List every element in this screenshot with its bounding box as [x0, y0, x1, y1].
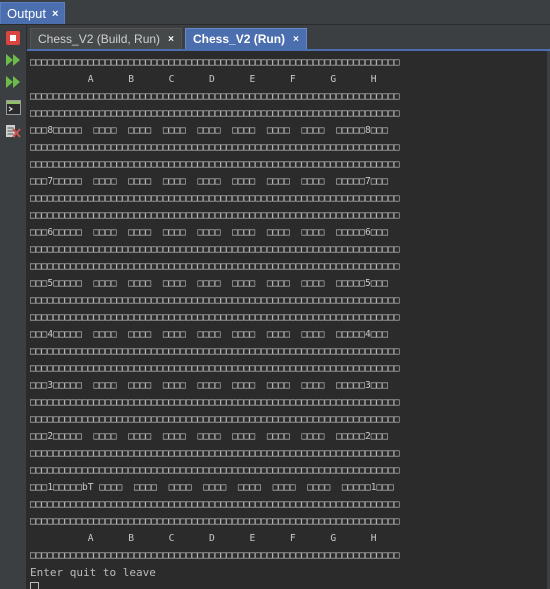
console-line: A B C D E F G H — [30, 533, 377, 544]
console-line: □□□□□□□□□□□□□□□□□□□□□□□□□□□□□□□□□□□□□□□□… — [30, 465, 400, 476]
tab-chess-v2-run[interactable]: Chess_V2 (Run) × — [185, 28, 307, 49]
tab-chess-v2-build-run[interactable]: Chess_V2 (Build, Run) × — [30, 28, 182, 49]
terminal-settings-icon — [5, 99, 21, 115]
run-tabs-bar: Chess_V2 (Build, Run) × Chess_V2 (Run) × — [27, 25, 550, 51]
rerun-with-different-params-icon — [6, 76, 20, 88]
console-line: □□□4□□□□□ □□□□ □□□□ □□□□ □□□□ □□□□ □□□□ … — [30, 329, 389, 340]
console-line: A B C D E F G H — [30, 74, 377, 85]
stop-button[interactable] — [4, 29, 22, 47]
output-toolbar — [0, 25, 27, 589]
console-line: □□□□□□□□□□□□□□□□□□□□□□□□□□□□□□□□□□□□□□□□… — [30, 397, 400, 408]
output-window-tab-label: Output — [7, 6, 47, 21]
tab-label: Chess_V2 (Build, Run) — [38, 32, 161, 46]
console-line: □□□□□□□□□□□□□□□□□□□□□□□□□□□□□□□□□□□□□□□□… — [30, 346, 400, 357]
console-line: □□□1□□□□□bT □□□□ □□□□ □□□□ □□□□ □□□□ □□□… — [30, 482, 394, 493]
console-line: □□□□□□□□□□□□□□□□□□□□□□□□□□□□□□□□□□□□□□□□… — [30, 244, 400, 255]
terminal-settings-button[interactable] — [4, 98, 22, 116]
console-line: □□□□□□□□□□□□□□□□□□□□□□□□□□□□□□□□□□□□□□□□… — [30, 550, 400, 561]
console-line: □□□□□□□□□□□□□□□□□□□□□□□□□□□□□□□□□□□□□□□□… — [30, 448, 400, 459]
console-line: □□□3□□□□□ □□□□ □□□□ □□□□ □□□□ □□□□ □□□□ … — [30, 380, 389, 391]
console-line: □□□5□□□□□ □□□□ □□□□ □□□□ □□□□ □□□□ □□□□ … — [30, 278, 389, 289]
console-line: □□□□□□□□□□□□□□□□□□□□□□□□□□□□□□□□□□□□□□□□… — [30, 295, 400, 306]
console-line: □□□□□□□□□□□□□□□□□□□□□□□□□□□□□□□□□□□□□□□□… — [30, 193, 400, 204]
console-line: □□□□□□□□□□□□□□□□□□□□□□□□□□□□□□□□□□□□□□□□… — [30, 516, 400, 527]
output-window-titlebar: Output × — [0, 0, 550, 25]
console-text: □□□□□□□□□□□□□□□□□□□□□□□□□□□□□□□□□□□□□□□□… — [30, 54, 400, 589]
console-line: □□□6□□□□□ □□□□ □□□□ □□□□ □□□□ □□□□ □□□□ … — [30, 227, 389, 238]
stop-icon — [6, 31, 20, 45]
clear-output-button[interactable] — [4, 122, 22, 140]
console-line: □□□□□□□□□□□□□□□□□□□□□□□□□□□□□□□□□□□□□□□□… — [30, 499, 400, 510]
console-line: □□□□□□□□□□□□□□□□□□□□□□□□□□□□□□□□□□□□□□□□… — [30, 159, 400, 170]
tab-close-icon[interactable]: × — [293, 34, 299, 45]
rerun-icon — [6, 54, 20, 66]
output-window-close-icon[interactable]: × — [52, 8, 58, 20]
rerun-with-different-params-button[interactable] — [4, 73, 22, 91]
clear-output-icon — [6, 125, 21, 138]
console-line: □□□□□□□□□□□□□□□□□□□□□□□□□□□□□□□□□□□□□□□□… — [30, 210, 400, 221]
console-line: □□□2□□□□□ □□□□ □□□□ □□□□ □□□□ □□□□ □□□□ … — [30, 431, 389, 442]
console-line: □□□□□□□□□□□□□□□□□□□□□□□□□□□□□□□□□□□□□□□□… — [30, 312, 400, 323]
tab-close-icon[interactable]: × — [168, 34, 174, 45]
console-line: □□□□□□□□□□□□□□□□□□□□□□□□□□□□□□□□□□□□□□□□… — [30, 108, 400, 119]
console-line: □□□□□□□□□□□□□□□□□□□□□□□□□□□□□□□□□□□□□□□□… — [30, 261, 400, 272]
console-line: □□□8□□□□□ □□□□ □□□□ □□□□ □□□□ □□□□ □□□□ … — [30, 125, 389, 136]
text-cursor — [30, 581, 39, 589]
console-line: □□□□□□□□□□□□□□□□□□□□□□□□□□□□□□□□□□□□□□□□… — [30, 363, 400, 374]
rerun-button[interactable] — [4, 51, 22, 69]
console-line: □□□□□□□□□□□□□□□□□□□□□□□□□□□□□□□□□□□□□□□□… — [30, 57, 400, 68]
console-line: □□□□□□□□□□□□□□□□□□□□□□□□□□□□□□□□□□□□□□□□… — [30, 142, 400, 153]
console-line: □□□□□□□□□□□□□□□□□□□□□□□□□□□□□□□□□□□□□□□□… — [30, 91, 400, 102]
console-line: □□□□□□□□□□□□□□□□□□□□□□□□□□□□□□□□□□□□□□□□… — [30, 414, 400, 425]
tab-label: Chess_V2 (Run) — [193, 32, 286, 46]
console-input-line[interactable] — [30, 581, 400, 589]
console-line: □□□7□□□□□ □□□□ □□□□ □□□□ □□□□ □□□□ □□□□ … — [30, 176, 389, 187]
output-window-tab[interactable]: Output × — [0, 2, 66, 24]
console-output[interactable]: □□□□□□□□□□□□□□□□□□□□□□□□□□□□□□□□□□□□□□□□… — [27, 51, 550, 589]
console-prompt: Enter quit to leave — [30, 566, 156, 579]
